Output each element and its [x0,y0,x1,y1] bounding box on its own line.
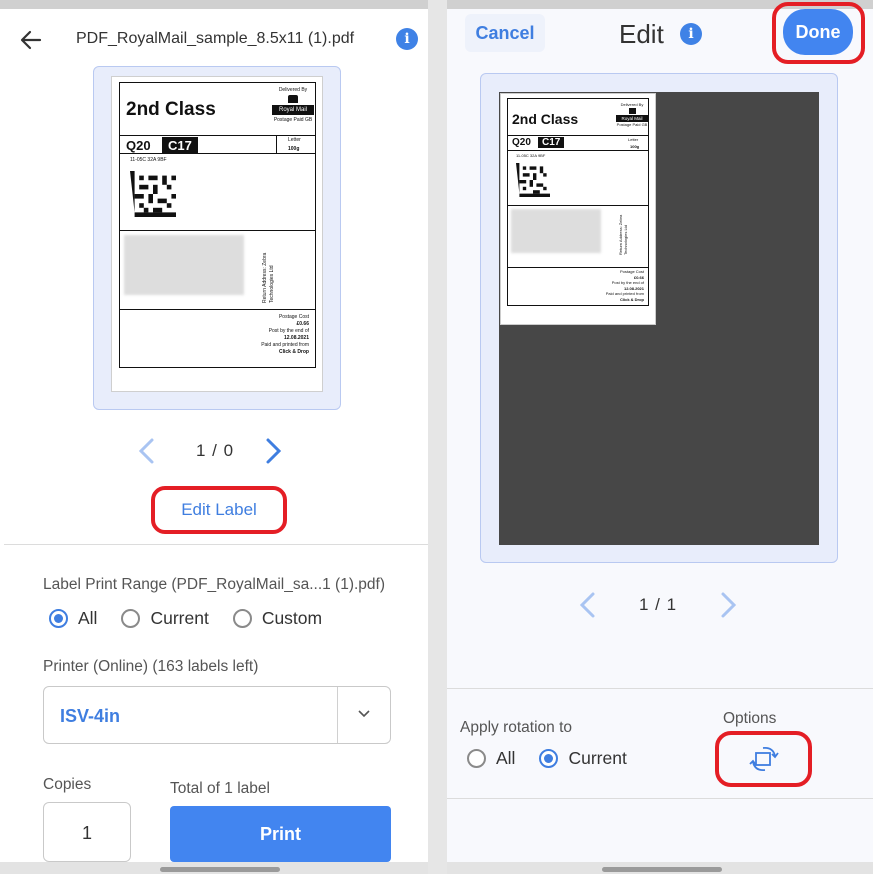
delivered-by-text: Delivered By [620,102,644,107]
radio-custom-label: Custom [261,608,323,628]
label-preview-page: 2nd Class Delivered By Royal Mail Postag… [111,76,323,392]
postage-info: Postage Cost £0.66 Post by the end of 12… [606,269,644,302]
label-service: 2nd Class [126,99,216,120]
code-left: Q20 [126,138,151,153]
chevron-right-icon[interactable] [262,437,284,465]
edit-label-button[interactable]: Edit Label [151,486,287,534]
blurred-recipient-address [124,235,244,295]
home-indicator [160,867,280,872]
copies-label: Copies [43,776,92,793]
file-title: PDF_RoyalMail_sample_8.5x11 (1).pdf [76,30,355,47]
options-label: Options [723,710,777,727]
postage-cost-label: Postage Cost [278,314,309,320]
label-service: 2nd Class [512,111,579,127]
print-button[interactable]: Print [170,806,391,862]
postage-info: Postage Cost £0.66 Post by the end of 12… [261,314,309,356]
post-by-text: Post by the end of [268,328,309,334]
rotation-options: All Current [467,748,641,769]
info-icon[interactable]: i [396,28,418,50]
radio-all-label: All [78,608,98,628]
brand-text: Royal Mail [616,115,648,122]
blurred-recipient-address [511,209,601,253]
radio-custom[interactable] [232,609,252,628]
letter-text: Letter [628,137,639,142]
print-screen: PDF_RoyalMail_sample_8.5x11 (1).pdf i 2n… [0,0,428,874]
page-pager: 1 / 0 [136,437,284,465]
printer-value: ISV-4in [60,706,121,726]
rotate-options-button[interactable] [715,731,812,787]
datamatrix-barcode [130,171,176,217]
chevron-left-icon[interactable] [136,437,158,465]
status-bar [0,0,428,9]
back-arrow-icon [20,30,42,50]
radio-current[interactable] [121,609,141,628]
printer-title: Printer (Online) (163 labels left) [43,658,259,675]
edit-title: Edit [619,19,664,49]
total-label: Total of 1 label [170,780,270,797]
click-drop-text: Click & Drop [619,296,644,302]
delivered-by-text: Delivered By [278,87,308,93]
letter-text: Letter [288,137,301,143]
divider [4,544,428,545]
paid-printed-text: Paid and printed from [261,342,309,348]
page-indicator: 1 / 1 [639,595,678,614]
royal-mail-logo: Delivered By Royal Mail Postage Paid GB [270,87,316,135]
weight-text: 100g [630,144,640,149]
chevron-left-icon[interactable] [577,591,599,619]
click-drop-text: Click & Drop [278,349,309,355]
done-button[interactable]: Done [783,9,853,55]
weight-text: 100g [288,146,300,152]
radio-all[interactable] [49,609,68,628]
print-range-title: Label Print Range (PDF_RoyalMail_sa...1 … [43,576,386,593]
paid-printed-text: Paid and printed from [605,291,644,296]
datamatrix-barcode [516,163,550,197]
code-right: C17 [162,137,198,154]
root: PDF_RoyalMail_sample_8.5x11 (1).pdf i 2n… [0,0,873,874]
code-left: Q20 [512,137,531,148]
shipping-label: 2nd Class Delivered By Royal Mail Postag… [507,98,649,306]
cancel-button[interactable]: Cancel [465,14,545,52]
radio-all[interactable] [467,749,486,768]
printer-select[interactable]: ISV-4in [43,686,391,744]
ref-text: 11-05C 32A 9BF [130,157,167,163]
page-pager: 1 / 1 [577,591,739,619]
royal-mail-logo: Delivered By Royal Mail Postage Paid GB [616,102,648,127]
code-right: C17 [538,137,565,148]
radio-current-label: Current [568,748,627,768]
postage-paid-text: Postage Paid GB [273,117,313,123]
post-by-text: Post by the end of [611,280,644,285]
info-icon[interactable]: i [680,23,702,45]
return-address: Return Address: Zebra Technologies Ltd [262,252,275,303]
divider [447,688,873,689]
print-range-options: All Current Custom [49,608,336,629]
rotation-title: Apply rotation to [460,719,573,736]
edit-label-page[interactable]: 2nd Class Delivered By Royal Mail Postag… [500,93,656,325]
shipping-label: 2nd Class Delivered By Royal Mail Postag… [119,82,316,368]
copies-input[interactable]: 1 [43,802,131,862]
edit-screen: Cancel Edit i Done 2nd Class Delivered B… [447,0,873,874]
rotate-icon [748,747,779,771]
radio-all-label: All [496,748,516,768]
post-date: 12.08.2021 [283,335,309,341]
radio-current-label: Current [150,608,209,628]
postage-paid-text: Postage Paid GB [616,122,648,127]
home-indicator [602,867,722,872]
crown-icon [628,108,636,114]
page-indicator: 1 / 0 [196,441,235,460]
back-button[interactable] [16,26,46,54]
chevron-down-icon [358,710,370,718]
return-address: Return Address: Zebra Technologies Ltd [618,214,628,255]
postage-cost: £0.66 [296,321,309,327]
divider [447,798,873,799]
brand-text: Royal Mail [272,105,314,115]
radio-current[interactable] [539,749,559,768]
ref-text: 11-05C 32A 9BF [516,153,546,158]
crown-icon [288,95,298,103]
chevron-right-icon[interactable] [717,591,739,619]
